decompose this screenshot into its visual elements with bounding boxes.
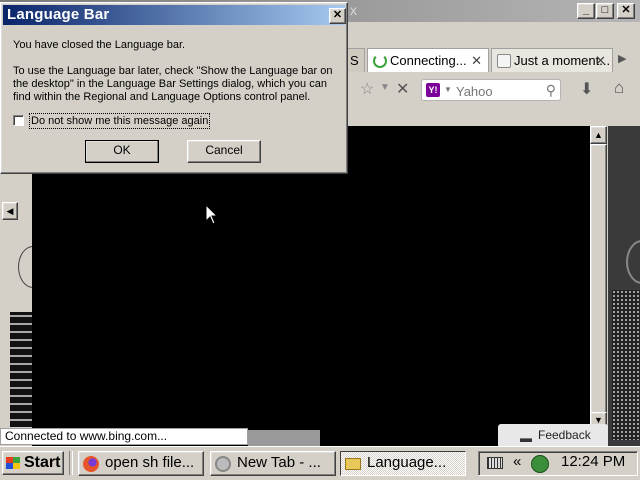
stop-icon[interactable]: ✕ [396, 79, 409, 99]
tab-just-a-moment[interactable]: Just a moment... ✕ [491, 48, 613, 72]
tab-label: Connecting... [390, 53, 467, 68]
bookmark-star-icon[interactable]: ☆ [360, 79, 374, 99]
start-button[interactable]: Start [2, 451, 64, 475]
decorative-film-strip [10, 312, 32, 427]
search-input[interactable] [454, 81, 538, 101]
ok-label: OK [113, 143, 131, 157]
mouse-cursor-icon [205, 204, 219, 225]
tab-partial[interactable]: S [345, 48, 365, 72]
system-tray: « 12:24 PM [478, 451, 638, 476]
url-dropdown-icon[interactable]: ▼ [380, 82, 390, 93]
taskbar-item-label: open sh file... [105, 454, 195, 471]
taskbar-item-label: New Tab - ... [237, 454, 321, 471]
loading-spinner-icon [373, 54, 387, 68]
dialog-titlebar[interactable]: Language Bar ✕ [3, 5, 346, 25]
dialog-title: Language Bar [7, 6, 110, 23]
maximize-button[interactable]: □ [596, 3, 614, 19]
dialog-message: You have closed the Language bar. [13, 39, 186, 51]
feedback-label: Feedback [538, 428, 591, 442]
dialog-close-button[interactable]: ✕ [329, 8, 346, 24]
search-box[interactable]: Y! ▼ ⚲ [421, 79, 561, 101]
tray-expand-icon[interactable]: « [513, 453, 521, 470]
ok-button[interactable]: OK [85, 140, 159, 163]
clock[interactable]: 12:24 PM [561, 453, 625, 470]
tab-close-icon[interactable]: ✕ [471, 49, 482, 72]
tray-app-icon[interactable] [531, 455, 549, 473]
vertical-scrollbar[interactable]: ▲ ▼ [590, 126, 607, 428]
tab-connecting[interactable]: Connecting... ✕ [367, 48, 489, 72]
search-engine-dropdown-icon[interactable]: ▼ [444, 85, 452, 94]
browser-close-button[interactable]: ✕ [617, 3, 635, 19]
taskbar-item-firefox[interactable]: open sh file... [78, 451, 204, 476]
navigation-toolbar: ☆ ▼ ✕ Y! ▼ ⚲ ⬇ ⌂ [348, 76, 640, 104]
taskbar-item-chrome[interactable]: New Tab - ... [210, 451, 336, 476]
tab-scroll-right-icon[interactable]: ▶ [618, 52, 626, 65]
decorative-pattern [612, 290, 640, 440]
dont-show-checkbox[interactable] [13, 115, 24, 126]
left-arrow-icon[interactable]: ◀ [2, 202, 18, 220]
start-label: Start [24, 454, 61, 471]
scroll-thumb[interactable] [590, 144, 607, 416]
download-icon[interactable]: ⬇ [580, 79, 593, 99]
browser-title: x [350, 2, 357, 18]
tab-close-icon[interactable]: ✕ [595, 49, 606, 72]
taskbar: Start open sh file... New Tab - ... Lang… [0, 446, 640, 480]
taskbar-item-label: Language... [367, 454, 447, 471]
status-bar: Connected to www.bing.com... [0, 428, 248, 445]
tab-label: S [350, 53, 359, 68]
taskbar-separator [69, 451, 73, 475]
yahoo-logo-icon[interactable]: Y! [426, 83, 440, 97]
taskbar-item-language[interactable]: Language... [340, 451, 466, 476]
minimize-button[interactable]: _ [577, 3, 595, 19]
firefox-icon [83, 456, 99, 472]
status-bar-filler [248, 430, 320, 446]
scroll-up-icon[interactable]: ▲ [590, 126, 607, 144]
dont-show-label[interactable]: Do not show me this message again [29, 113, 211, 129]
chrome-icon [215, 456, 231, 472]
page-content-area[interactable] [32, 126, 590, 446]
search-icon[interactable]: ⚲ [546, 82, 556, 99]
keyboard-icon[interactable] [487, 457, 503, 469]
folder-icon [345, 458, 361, 470]
dialog-instructions: To use the Language bar later, check "Sh… [13, 65, 333, 103]
page-icon [497, 54, 511, 68]
language-bar-dialog: Language Bar ✕ You have closed the Langu… [0, 2, 348, 174]
cancel-button[interactable]: Cancel [187, 140, 261, 163]
home-icon[interactable]: ⌂ [614, 78, 624, 98]
feedback-button[interactable]: ▬ Feedback [498, 424, 608, 446]
windows-logo-icon [6, 457, 20, 469]
